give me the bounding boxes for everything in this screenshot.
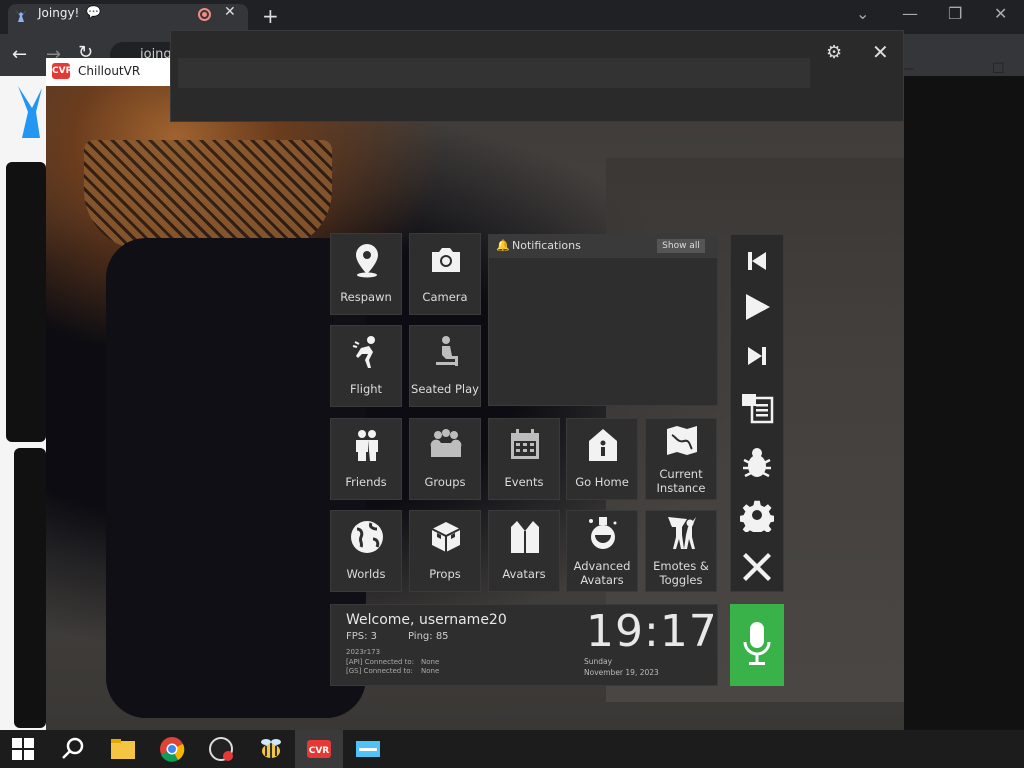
globe-icon xyxy=(351,521,383,553)
tile-label: Groups xyxy=(424,475,466,489)
respawn-button[interactable]: Respawn xyxy=(330,233,402,315)
calendar-icon xyxy=(511,429,539,459)
microphone-toggle-button[interactable] xyxy=(730,604,784,686)
clock-date: November 19, 2023 xyxy=(584,668,659,677)
flight-icon xyxy=(352,336,375,368)
file-explorer-icon[interactable] xyxy=(110,736,136,762)
gs-connection-value: None xyxy=(421,667,440,675)
cube-icon xyxy=(431,522,461,552)
overlay-input-strip[interactable] xyxy=(178,58,810,88)
avatar-body xyxy=(106,238,366,718)
taskbar xyxy=(0,730,1024,768)
bee-app-icon[interactable] xyxy=(258,736,284,762)
emotes-toggles-button[interactable]: Emotes & Toggles xyxy=(645,510,717,592)
worlds-button[interactable]: Worlds xyxy=(330,510,402,592)
tab-search-icon[interactable]: ⌄ xyxy=(856,4,869,23)
home-icon xyxy=(589,429,617,461)
play-icon[interactable] xyxy=(740,290,774,324)
build-version: 2023r173 xyxy=(346,648,381,656)
chat-bubble-icon: 💬 xyxy=(86,5,101,19)
tile-label: Props xyxy=(429,567,461,581)
clock-time: 19:17 xyxy=(586,606,718,657)
web-video-panel xyxy=(6,162,46,442)
go-home-button[interactable]: Go Home xyxy=(566,418,638,500)
map-icon xyxy=(667,426,697,455)
events-button[interactable]: Events xyxy=(488,418,560,500)
notifications-panel xyxy=(488,234,718,406)
console-log-icon[interactable] xyxy=(740,390,774,424)
api-connection-value: None xyxy=(421,658,440,666)
show-all-button[interactable]: Show all xyxy=(657,239,705,253)
props-button[interactable]: Props xyxy=(409,510,481,592)
tile-label: Flight xyxy=(349,382,383,396)
groups-icon xyxy=(430,429,462,457)
tile-label: Worlds xyxy=(346,567,386,581)
api-connection-label: [API] Connected to: xyxy=(346,658,415,666)
chrome-icon[interactable] xyxy=(159,736,185,762)
chilloutvr-logo-icon: CVR xyxy=(52,63,73,79)
notifications-title: Notifications xyxy=(512,239,581,252)
tile-label: Seated Play xyxy=(411,382,479,396)
tile-label: Camera xyxy=(422,290,468,304)
minimize-icon[interactable]: — xyxy=(902,4,918,23)
rabbit-favicon-icon xyxy=(15,9,27,22)
game-maximize-icon[interactable]: ☐ xyxy=(992,61,1005,77)
flight-button[interactable]: Flight xyxy=(330,325,402,407)
back-arrow-icon[interactable]: ← xyxy=(12,44,27,65)
clock-day: Sunday xyxy=(584,657,613,666)
previous-track-icon[interactable] xyxy=(740,244,774,278)
web-video-panel xyxy=(14,448,46,728)
camera-icon xyxy=(432,248,460,272)
groups-button[interactable]: Groups xyxy=(409,418,481,500)
tile-label: Current Instance xyxy=(656,467,706,495)
avatars-button[interactable]: Avatars xyxy=(488,510,560,592)
close-icon[interactable] xyxy=(740,549,774,583)
tile-label: Emotes & Toggles xyxy=(653,559,709,587)
chilloutvr-taskbar-icon[interactable]: CVR xyxy=(306,736,332,762)
tile-label: Avatars xyxy=(502,567,546,581)
ping-readout: Ping: 85 xyxy=(408,631,449,642)
gear-icon[interactable]: ⚙ xyxy=(826,42,842,63)
camera-button[interactable]: Camera xyxy=(409,233,481,315)
close-icon[interactable]: ✕ xyxy=(872,40,889,64)
tab-title: Joingy! xyxy=(38,6,80,20)
location-pin-icon xyxy=(356,244,378,278)
tile-label: Events xyxy=(504,475,544,489)
fps-readout: FPS: 3 xyxy=(346,631,378,642)
microphone-icon xyxy=(743,622,771,665)
obs-recording-icon[interactable] xyxy=(208,736,234,762)
game-window-title: ChilloutVR xyxy=(78,64,141,78)
restore-icon[interactable]: ❐ xyxy=(948,4,962,23)
friends-icon xyxy=(356,430,378,461)
tile-label: Go Home xyxy=(575,475,629,489)
bell-icon: 🔔 xyxy=(496,239,510,252)
welcome-text: Welcome, username20 xyxy=(346,612,507,628)
avatar-clothing xyxy=(84,140,332,250)
new-tab-button[interactable]: + xyxy=(262,4,279,28)
app-window-icon[interactable] xyxy=(355,736,381,762)
tile-label: Respawn xyxy=(340,290,392,304)
tile-label: Advanced Avatars xyxy=(573,559,631,587)
svg-text:CVR: CVR xyxy=(309,746,330,756)
recording-icon xyxy=(198,8,211,21)
joingy-logo-icon xyxy=(18,86,42,138)
advanced-avatars-button[interactable]: Advanced Avatars xyxy=(566,510,638,592)
tab-close-icon[interactable]: ✕ xyxy=(224,4,236,20)
close-window-icon[interactable]: ✕ xyxy=(994,4,1007,23)
next-track-icon[interactable] xyxy=(740,339,774,373)
tile-label: Friends xyxy=(345,475,387,489)
bug-icon[interactable] xyxy=(740,446,774,480)
gear-icon[interactable] xyxy=(740,498,774,532)
emotes-icon xyxy=(668,517,696,549)
current-instance-button[interactable]: Current Instance xyxy=(645,418,717,500)
friends-button[interactable]: Friends xyxy=(330,418,402,500)
seated-icon xyxy=(436,336,458,366)
windows-start-icon[interactable] xyxy=(12,738,34,760)
search-icon[interactable] xyxy=(60,736,86,762)
gs-connection-label: [GS] Connected to: xyxy=(346,667,413,675)
seated-play-button[interactable]: Seated Play xyxy=(409,325,481,407)
avatar-icon xyxy=(511,521,539,553)
potion-icon xyxy=(589,517,617,549)
